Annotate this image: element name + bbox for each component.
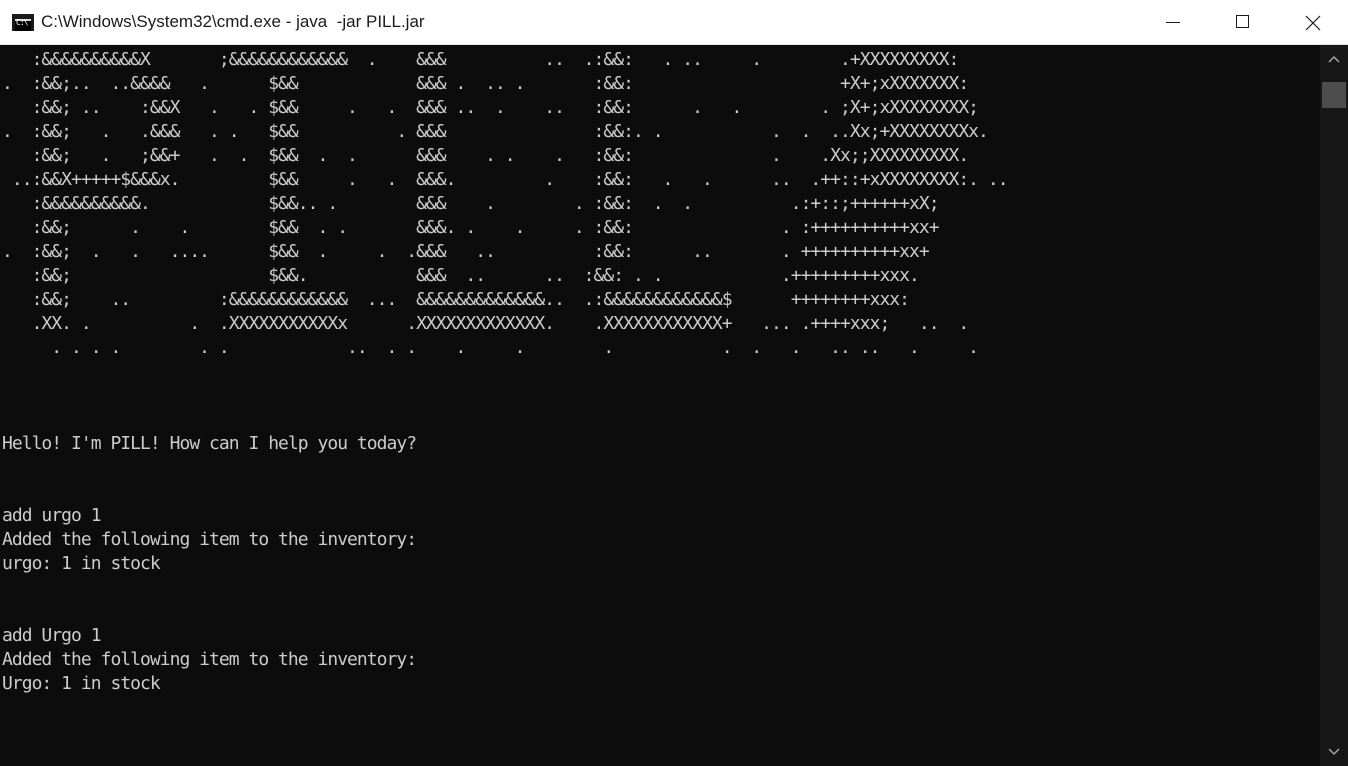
ascii-art-line: :&&; .. :&&&&&&&&&&&& ... &&&&&&&&&&&&&.… — [2, 289, 910, 310]
ascii-art-line: :&&&&&&&&&&. $&&.. . &&& . . :&&: . . .:… — [2, 193, 940, 214]
scroll-up-button[interactable] — [1320, 45, 1348, 73]
maximize-icon — [1236, 15, 1249, 28]
minimize-icon — [1166, 22, 1180, 23]
console-line: Added the following item to the inventor… — [2, 649, 417, 670]
console-line: Hello! I'm PILL! How can I help you toda… — [2, 433, 417, 454]
vertical-scrollbar[interactable] — [1320, 45, 1348, 766]
ascii-art-line: :&&; . ;&&+ . . $&& . . &&& . . . :&&: .… — [2, 145, 970, 166]
ascii-art-line: :&&; . . $&& . . &&&. . . . :&&: . :++++… — [2, 217, 940, 238]
scroll-thumb[interactable] — [1322, 82, 1346, 108]
ascii-art-line: . :&&; . . .... $&& . . .&&& .. :&&: .. … — [2, 241, 930, 262]
ascii-art-line: ..:&&X+++++$&&&x. $&& . . &&&. . :&&: . … — [2, 169, 1009, 190]
console-line: add urgo 1 — [2, 505, 102, 526]
ascii-art-line: . . . . . . .. . . . . . . . . .. .. . . — [2, 337, 979, 358]
console-text: :&&&&&&&&&&X ;&&&&&&&&&&&& . &&& .. .:&&… — [2, 48, 1009, 696]
minimize-button[interactable] — [1138, 0, 1208, 45]
close-button[interactable] — [1278, 0, 1348, 45]
ascii-art-line: . :&&; . .&&& . . $&& . &&& :&&:. . . . … — [2, 121, 989, 142]
ascii-art-line: .XX. . . .XXXXXXXXXXXx .XXXXXXXXXXXXX. .… — [2, 313, 970, 334]
ascii-art-line: :&&; $&&. &&& .. .. :&&: . . .+++++++++x… — [2, 265, 920, 286]
cmd-window: C:\ C:\Windows\System32\cmd.exe - java -… — [0, 0, 1348, 766]
chevron-down-icon — [1328, 748, 1340, 756]
chevron-up-icon — [1328, 55, 1340, 63]
window-title: C:\Windows\System32\cmd.exe - java -jar … — [41, 12, 425, 31]
scroll-down-button[interactable] — [1320, 738, 1348, 766]
ascii-art-line: :&&&&&&&&&&X ;&&&&&&&&&&&& . &&& .. .:&&… — [2, 49, 960, 70]
console-output[interactable]: :&&&&&&&&&&X ;&&&&&&&&&&&& . &&& .. .:&&… — [0, 45, 1320, 766]
ascii-art-line: :&&; .. :&&X . . $&& . . &&& .. . .. :&&… — [2, 97, 979, 118]
console-line: urgo: 1 in stock — [2, 553, 161, 574]
title-bar[interactable]: C:\ C:\Windows\System32\cmd.exe - java -… — [0, 0, 1348, 45]
console-line: Urgo: 1 in stock — [2, 673, 161, 694]
maximize-button[interactable] — [1208, 0, 1278, 45]
console-line: Added the following item to the inventor… — [2, 529, 417, 550]
close-icon — [1305, 15, 1321, 31]
console-line: add Urgo 1 — [2, 625, 102, 646]
ascii-art-line: . :&&;.. ..&&&& . $&& &&& . .. . :&&: +X… — [2, 73, 969, 94]
cmd-icon[interactable]: C:\ — [12, 14, 34, 31]
